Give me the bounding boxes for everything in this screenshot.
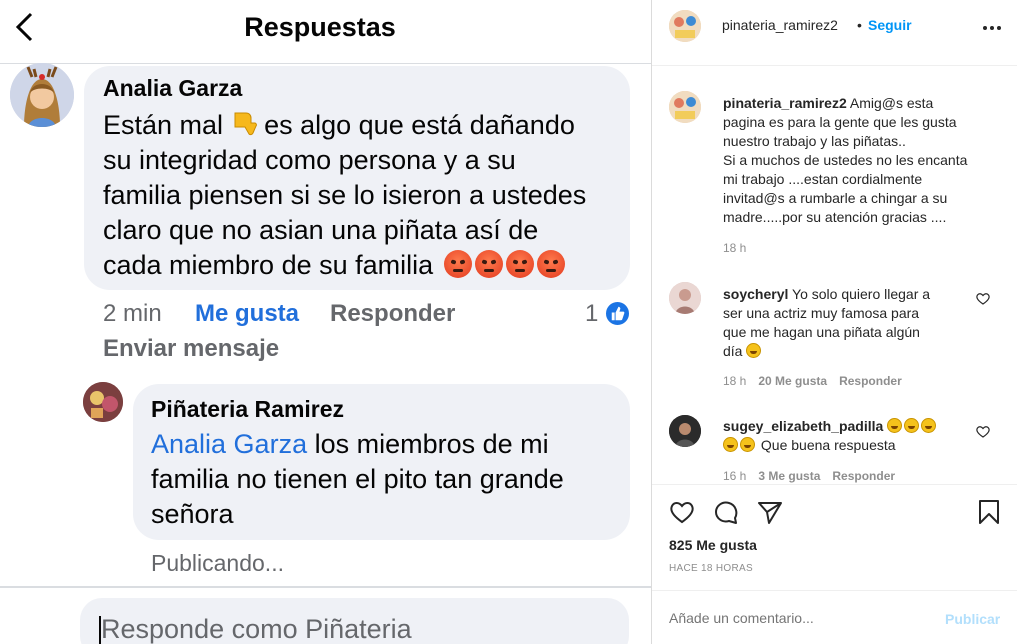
save-bookmark-icon[interactable] [975, 498, 1003, 526]
comment-text: sugey_elizabeth_padilla Que buena respue… [723, 417, 938, 455]
post-header: pinateria_ramirez2 • Seguir [652, 0, 1017, 66]
avatar-image-icon [83, 382, 123, 422]
like-comment-heart-icon[interactable] [976, 425, 990, 438]
avatar-post-owner[interactable] [669, 91, 701, 123]
avatar-image-icon [669, 10, 701, 42]
replies-header: Respuestas [0, 0, 651, 64]
thumbs-up-icon [611, 306, 625, 321]
comment-meta: 16 h 3 Me gusta Responder [723, 469, 895, 483]
comment-author[interactable]: Analia Garza [103, 75, 242, 102]
comment-time: 18 h [723, 374, 747, 388]
comment-line: familia piensen si se lo isieron a usted… [103, 180, 587, 210]
avatar-post-owner[interactable] [669, 10, 701, 42]
post-caption: pinateria_ramirez2 Amig@s esta pagina es… [723, 94, 967, 227]
laughing-face-icon [740, 437, 755, 452]
comment-line: su integridad como persona y a su [103, 145, 516, 175]
laughing-face-icon [723, 437, 738, 452]
reply-author[interactable]: Piñateria Ramirez [151, 396, 344, 423]
comment-reply-link[interactable]: Responder [832, 469, 895, 483]
caption-line: mi trabajo ....estan cordialmente [723, 171, 923, 187]
share-icon[interactable] [756, 498, 784, 526]
post-date: HACE 18 HORAS [669, 563, 753, 574]
avatar-image-icon [669, 415, 701, 447]
like-reaction-icon[interactable] [604, 300, 631, 327]
angry-face-icon [536, 250, 565, 278]
caption-line: Amig@s esta [849, 95, 934, 111]
avatar-pinateria-ramirez[interactable] [83, 382, 123, 422]
avatar-sugey-elizabeth-padilla[interactable] [669, 415, 701, 447]
comment-icon[interactable] [712, 498, 740, 526]
like-count: 1 [585, 300, 599, 327]
divider [0, 586, 651, 588]
caption-line: invitad@s a rumbarle a chingar a su [723, 190, 948, 206]
reply-line: los miembros de mi [314, 429, 549, 459]
comment-line: claro que no asian una piñata así de [103, 215, 539, 245]
caption-line: nuestro trabajo y las piñatas.. [723, 133, 906, 149]
laughing-face-icon [921, 418, 937, 433]
comment-line: día [723, 343, 743, 359]
comment-line: Yo solo quiero llegar a [792, 286, 931, 302]
avatar-image-icon [669, 282, 701, 314]
reply-line: familia no tienen el pito tan grande [151, 464, 564, 494]
post-like-count[interactable]: 825 Me gusta [669, 537, 757, 553]
compose-placeholder[interactable]: Responde como Piñateria [101, 614, 412, 644]
separator-dot: • [857, 17, 862, 33]
laughing-face-icon [904, 418, 920, 433]
publishing-status: Publicando... [151, 550, 284, 576]
avatar-image-icon [669, 91, 701, 123]
more-options-icon[interactable] [982, 25, 1002, 31]
comment-line: ser una actriz muy famosa para [723, 305, 920, 321]
caption-line: Si a muchos de ustedes no les encanta [723, 152, 968, 168]
comment-likes[interactable]: 3 Me gusta [758, 469, 820, 483]
follow-button[interactable]: Seguir [868, 17, 912, 33]
avatar-image-icon [10, 63, 74, 127]
reply-line: señora [151, 499, 234, 529]
comment-text: soycheryl Yo solo quiero llegar a ser un… [723, 285, 930, 361]
comments-list[interactable]: pinateria_ramirez2 Amig@s esta pagina es… [652, 67, 1017, 484]
post-owner-username[interactable]: pinateria_ramirez2 [722, 17, 838, 33]
comment-line: es algo que está dañando [264, 110, 575, 140]
comment-username[interactable]: soycheryl [723, 286, 788, 302]
like-comment-heart-icon[interactable] [976, 292, 990, 305]
comment-text: Están mal es algo que está dañando su in… [103, 108, 586, 283]
comment-line: Que buena respuesta [760, 437, 896, 453]
comment-likes[interactable]: 20 Me gusta [758, 374, 827, 388]
caption-time: 18 h [723, 241, 747, 255]
add-comment-input[interactable] [669, 610, 919, 626]
laughing-face-icon [887, 418, 903, 433]
thumbs-down-icon [234, 112, 257, 136]
reply-link[interactable]: Responder [330, 300, 455, 328]
comment-line: cada miembro de su familia [103, 250, 434, 280]
comment-line: que me hagan una piñata algún [723, 324, 920, 340]
laughing-face-icon [746, 343, 762, 358]
comment-meta: 18 h 20 Me gusta Responder [723, 374, 902, 388]
comment-time: 16 h [723, 469, 747, 483]
page-title: Respuestas [244, 12, 396, 42]
add-comment-bar: Publicar [652, 590, 1017, 644]
reply-text: Analia Garza los miembros de mi familia … [151, 427, 564, 532]
heart-icon[interactable] [668, 498, 696, 526]
comment-time: 2 min [103, 300, 162, 327]
angry-face-icon [505, 250, 534, 278]
avatar-soycheryl[interactable] [669, 282, 701, 314]
caption-username[interactable]: pinateria_ramirez2 [723, 95, 847, 111]
facebook-replies-screenshot: Respuestas Analia Garza Están mal es alg… [0, 0, 651, 644]
instagram-post-panel: pinateria_ramirez2 • Seguir pinateria_ra… [651, 0, 1017, 644]
post-actions: 825 Me gusta HACE 18 HORAS [652, 484, 1017, 584]
angry-face-icon [474, 250, 503, 278]
caption-line: pagina es para la gente que les gusta [723, 114, 957, 130]
comment-reply-link[interactable]: Responder [839, 374, 902, 388]
caption-line: madre.....por su atención gracias .... [723, 209, 947, 225]
comment-line: Están mal [103, 110, 224, 140]
angry-face-icon [443, 250, 472, 278]
avatar-analia-garza[interactable] [10, 63, 74, 127]
publish-button[interactable]: Publicar [945, 611, 1000, 627]
mention-link[interactable]: Analia Garza [151, 429, 307, 459]
send-message-link[interactable]: Enviar mensaje [103, 335, 279, 363]
comment-username[interactable]: sugey_elizabeth_padilla [723, 418, 883, 434]
like-link[interactable]: Me gusta [195, 300, 299, 328]
